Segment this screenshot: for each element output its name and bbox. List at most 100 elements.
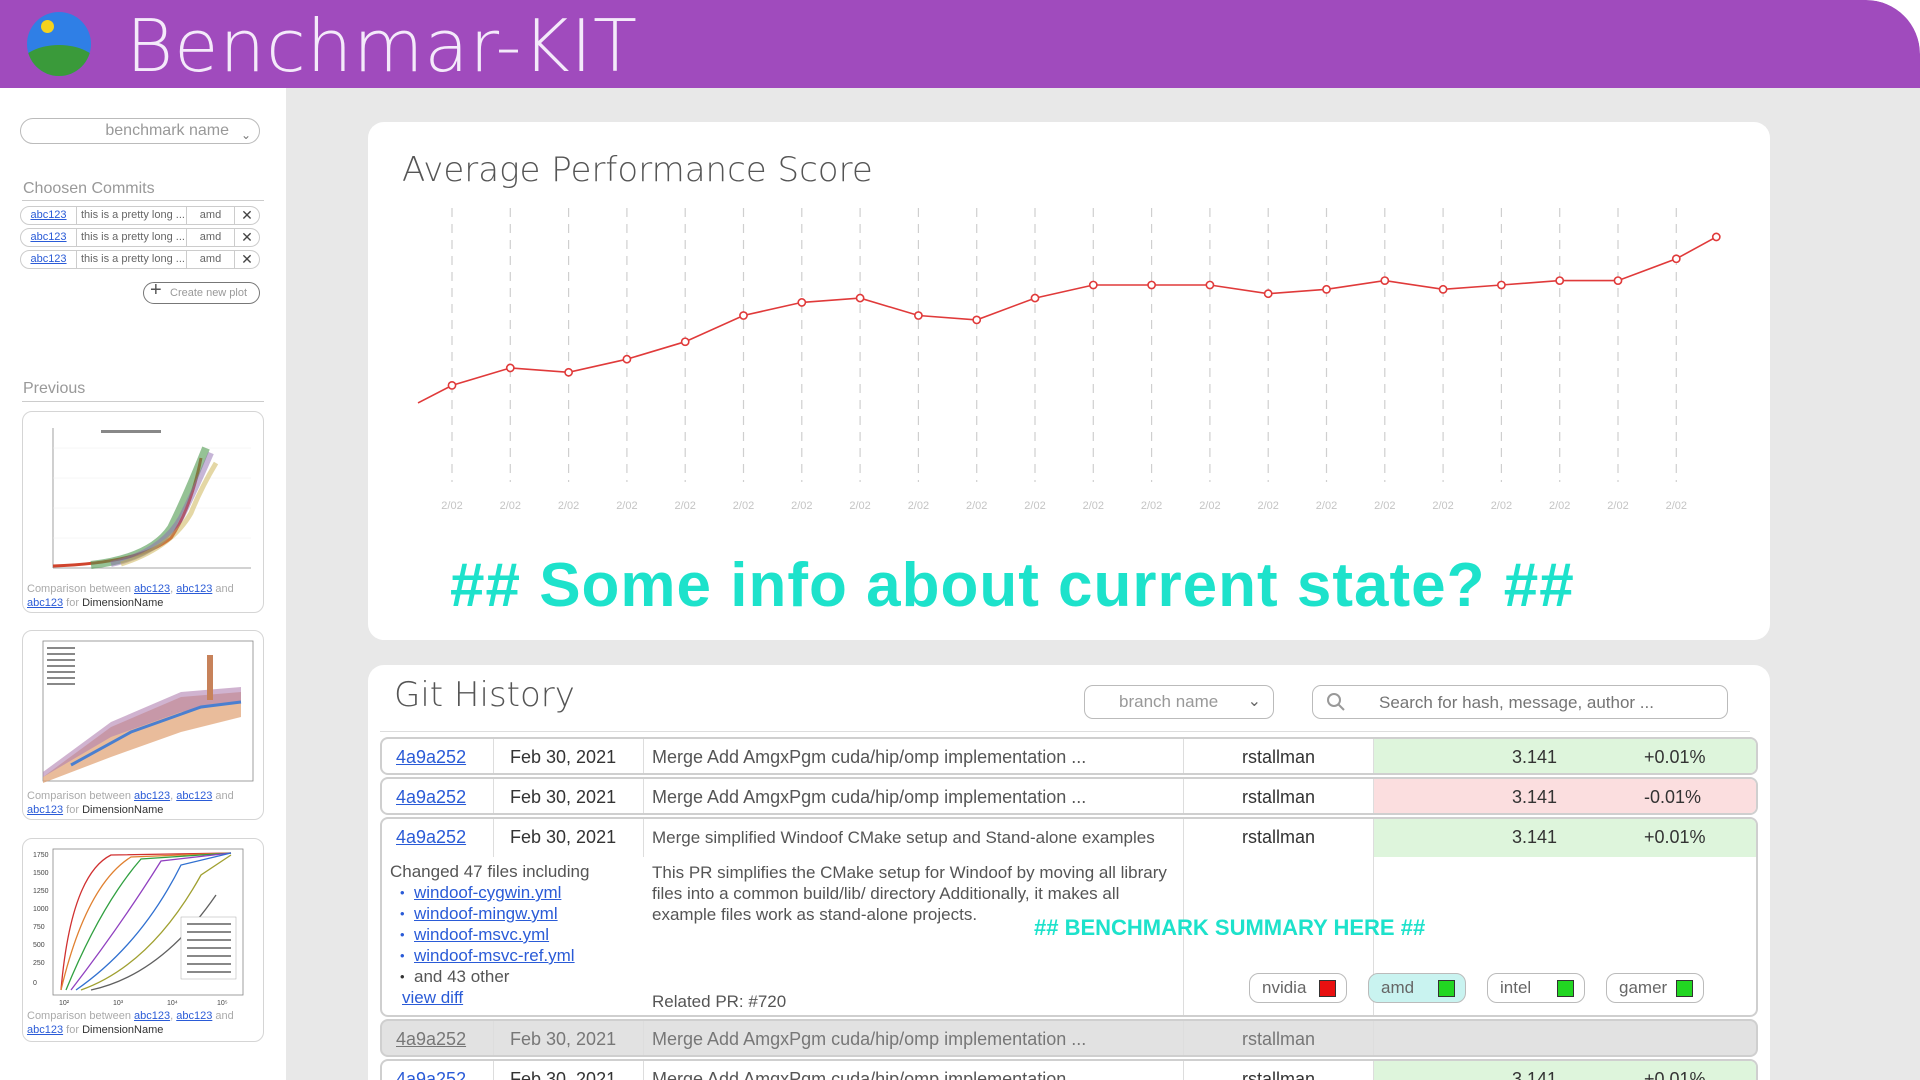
file-link[interactable]: windoof-msvc.yml (414, 925, 549, 944)
benchmark-result (1374, 1021, 1756, 1055)
x-tick-label: 2/02 (1257, 500, 1278, 512)
commit-hash-link[interactable]: abc123 (27, 597, 63, 609)
benchmark-score: 3.141 (1512, 1069, 1558, 1080)
gpu-toggle-gamer[interactable]: gamer (1606, 973, 1704, 1003)
commit-date: Feb 30, 2021 (494, 739, 644, 773)
benchmark-select-label: benchmark name (105, 122, 229, 139)
x-tick-label: 2/02 (1374, 500, 1395, 512)
caption-text: and (215, 583, 234, 595)
x-tick-label: 2/02 (1491, 500, 1512, 512)
dimension-name: DimensionName (82, 804, 164, 816)
create-plot-button[interactable]: + Create new plot (143, 279, 260, 304)
commit-message: Merge Add AmgxPgm cuda/hip/omp implement… (644, 1021, 1184, 1055)
divider (22, 200, 264, 201)
commit-hash-link[interactable]: abc123 (134, 1010, 170, 1022)
caption-text: and (215, 1010, 234, 1022)
data-point (797, 298, 807, 307)
commit-message: Merge Add AmgxPgm cuda/hip/omp implement… (644, 779, 1184, 813)
plus-icon: + (150, 279, 162, 301)
benchmark-score: 3.141 (1512, 827, 1558, 847)
previous-plot-card[interactable]: Comparison between abc123, abc123 and ab… (22, 411, 264, 613)
x-tick-label: 2/02 (1141, 500, 1162, 512)
chosen-commits-heading: Choosen Commits (23, 180, 155, 197)
search-input[interactable] (1379, 692, 1709, 714)
git-history-card: Git History branch name ⌄ 4a9a252 Feb 30… (368, 665, 1770, 1080)
dimension-name: DimensionName (82, 597, 164, 609)
svg-text:10³: 10³ (113, 1000, 124, 1007)
search-field[interactable] (1312, 685, 1728, 719)
commit-hash-link[interactable]: abc123 (27, 804, 63, 816)
commit-author: rstallman (1184, 779, 1374, 813)
file-link[interactable]: windoof-cygwin.yml (414, 883, 561, 902)
performance-line-chart[interactable]: 2/02 2/02 2/02 2/02 2/02 2/02 2/02 2/02 2/02 2/02… (368, 202, 1770, 602)
commit-hash-link[interactable]: abc123 (27, 1024, 63, 1036)
commit-hash-link[interactable]: abc123 (21, 251, 77, 268)
file-link[interactable]: windoof-mingw.yml (414, 904, 558, 923)
commit-hash-link[interactable]: 4a9a252 (382, 779, 494, 813)
sidebar: benchmark name ⌄ Choosen Commits abc123 … (0, 88, 286, 1080)
x-tick-label: 2/02 (733, 500, 754, 512)
gpu-label: intel (1500, 978, 1532, 997)
data-point (1555, 276, 1565, 285)
gpu-color-swatch (1319, 980, 1336, 997)
data-point (1205, 280, 1215, 290)
caption-text: for (66, 804, 79, 816)
file-link[interactable]: windoof-msvc-ref.yml (414, 946, 575, 965)
commit-row[interactable]: 4a9a252 Feb 30, 2021 Merge Add AmgxPgm c… (380, 737, 1758, 775)
caption-text: and (215, 790, 234, 802)
gpu-toggle-amd[interactable]: amd (1368, 973, 1466, 1003)
commit-row[interactable]: 4a9a252 Feb 30, 2021 Merge Add AmgxPgm c… (380, 1019, 1758, 1057)
benchmark-delta: +0.01% (1644, 1069, 1706, 1080)
commit-hash-link[interactable]: 4a9a252 (382, 1021, 494, 1055)
close-icon[interactable]: ✕ (235, 251, 259, 268)
close-icon[interactable]: ✕ (235, 229, 259, 246)
commit-hash-link[interactable]: abc123 (21, 229, 77, 246)
gpu-label: nvidia (1262, 978, 1307, 997)
view-diff-link[interactable]: view diff (390, 987, 640, 1008)
commit-message: Merge Add AmgxPgm cuda/hip/omp implement… (644, 739, 1184, 773)
divider (380, 731, 1750, 732)
previous-plot-card[interactable]: 1750 1500 1250 1000 750 500 250 0 10² 10³ 10⁴ 10⁵ … (22, 838, 264, 1042)
changed-files: Changed 47 files including windoof-cygwi… (390, 861, 640, 1008)
close-icon[interactable]: ✕ (235, 207, 259, 224)
benchmark-score: 3.141 (1512, 787, 1558, 807)
commit-hash-link[interactable]: abc123 (21, 207, 77, 224)
performance-chart-card: Average Performance Score 2/02 2/02 2/02 2/… (368, 122, 1770, 640)
commit-author: rstallman (1184, 1021, 1374, 1055)
chevron-down-icon: ⌄ (1247, 693, 1261, 710)
commit-date: Feb 30, 2021 (494, 1021, 644, 1055)
benchmark-delta: +0.01% (1644, 747, 1706, 767)
svg-text:1000: 1000 (33, 906, 49, 913)
commit-hash-link[interactable]: abc123 (134, 790, 170, 802)
data-point (1380, 276, 1390, 285)
commit-hash-link[interactable]: abc123 (176, 583, 212, 595)
commit-hash-link[interactable]: abc123 (176, 790, 212, 802)
commit-vendor: amd (187, 207, 235, 224)
commit-vendor: amd (187, 229, 235, 246)
plot-caption: Comparison between abc123, abc123 and ab… (27, 790, 234, 816)
branch-select-label: branch name (1119, 692, 1219, 711)
caption-text: Comparison between (27, 1010, 131, 1022)
branch-select[interactable]: branch name ⌄ (1084, 685, 1274, 719)
commit-hash-link[interactable]: 4a9a252 (382, 819, 494, 857)
commit-hash-link[interactable]: 4a9a252 (382, 1061, 494, 1080)
commit-hash-link[interactable]: abc123 (176, 1010, 212, 1022)
x-tick-label: 2/02 (791, 500, 812, 512)
plot-caption: Comparison between abc123, abc123 and ab… (27, 1010, 234, 1036)
band-plot-thumbnail (42, 640, 254, 783)
commit-row[interactable]: 4a9a252 Feb 30, 2021 Merge Add AmgxPgm c… (380, 1059, 1758, 1080)
x-tick-label: 2/02 (1024, 500, 1045, 512)
data-point (739, 311, 748, 320)
commit-row[interactable]: 4a9a252 Feb 30, 2021 Merge Add AmgxPgm c… (380, 777, 1758, 815)
previous-plot-card[interactable]: Comparison between abc123, abc123 and ab… (22, 630, 264, 820)
x-tick-label: 2/02 (1316, 500, 1337, 512)
x-tick-label: 2/02 (441, 500, 462, 512)
commit-hash-link[interactable]: 4a9a252 (382, 739, 494, 773)
gpu-toggle-intel[interactable]: intel (1487, 973, 1585, 1003)
x-tick-label: 2/02 (849, 500, 870, 512)
benchmark-select[interactable]: benchmark name ⌄ (20, 118, 260, 144)
x-tick-label: 2/02 (1666, 500, 1687, 512)
gpu-toggle-nvidia[interactable]: nvidia (1249, 973, 1347, 1003)
commit-hash-link[interactable]: abc123 (134, 583, 170, 595)
data-point (1322, 284, 1331, 294)
